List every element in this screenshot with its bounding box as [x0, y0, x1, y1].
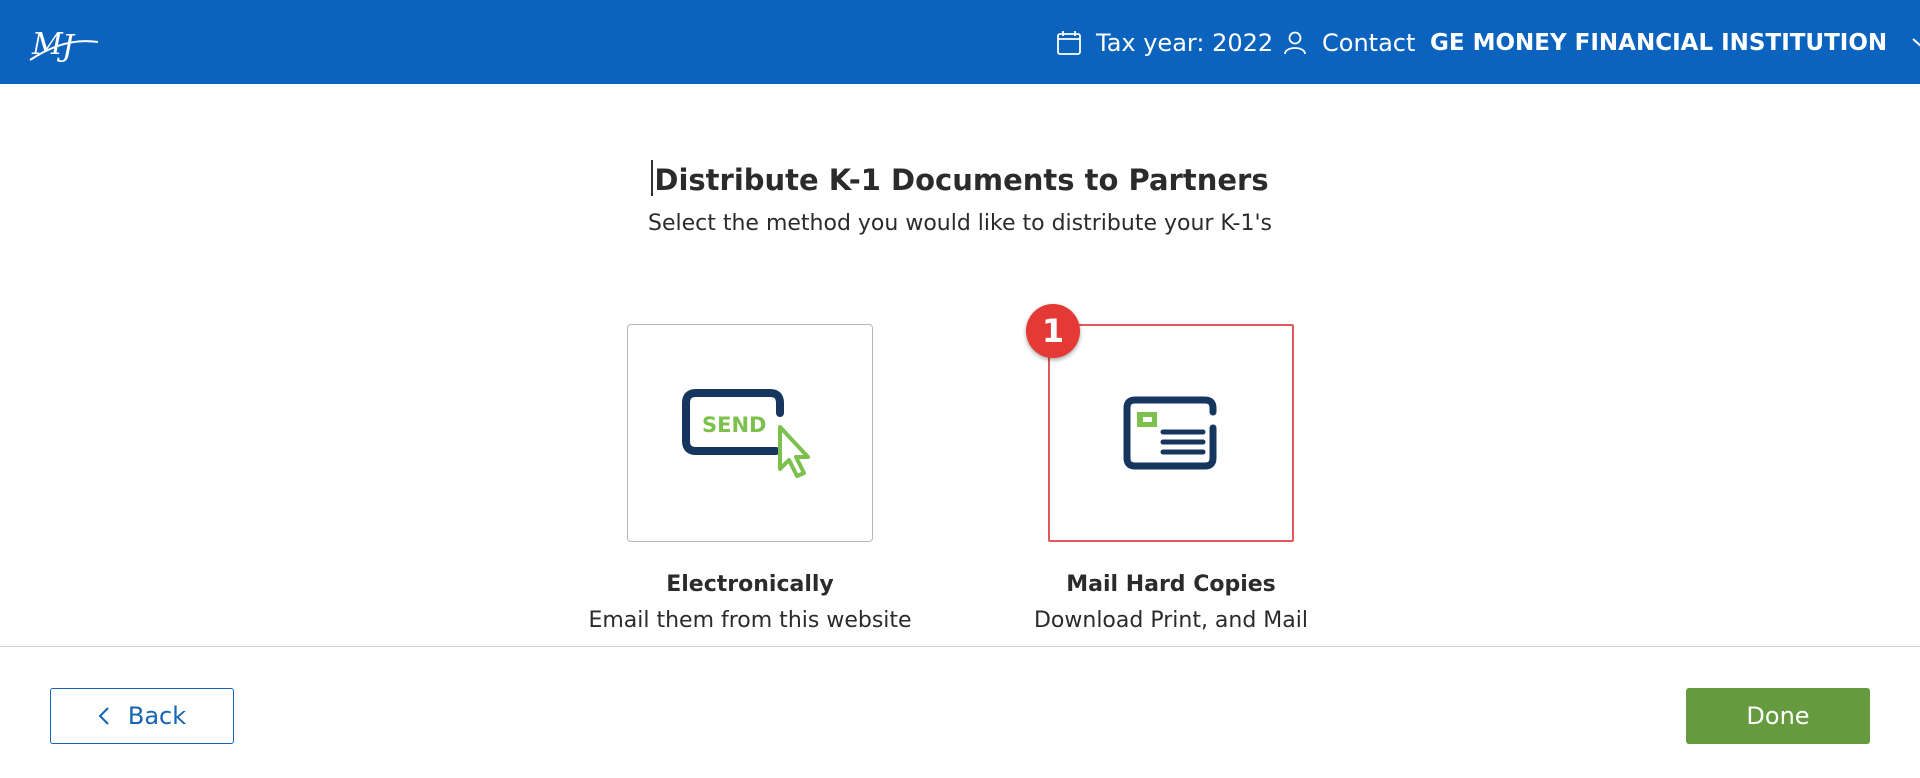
user-icon [1284, 31, 1306, 55]
tax-year-label: Tax year: 2022 [1096, 29, 1274, 57]
mail-option-description: Download Print, and Mail [1033, 608, 1308, 633]
organization-dropdown[interactable]: GE MONEY FINANCIAL INSTITUTION [1430, 26, 1920, 60]
electronic-option-card[interactable]: SEND [627, 324, 873, 542]
top-header-bar: M J Tax year: 2022 Contact GE MONEY FINA… [0, 0, 1920, 84]
contact-label: Contact [1322, 29, 1416, 57]
done-button[interactable]: Done [1686, 688, 1870, 744]
mail-option-title: Mail Hard Copies [1066, 572, 1276, 597]
step-badge: 1 [1026, 304, 1080, 358]
electronic-option-description: Email them from this website [588, 608, 912, 633]
chevron-left-icon [98, 707, 109, 725]
page-title-text: Distribute K-1 Documents to Partners [654, 163, 1269, 197]
chevron-down-icon [1912, 38, 1920, 47]
mail-option-card[interactable] [1048, 324, 1294, 542]
footer-divider [0, 646, 1920, 647]
page-subtitle: Select the method you would like to dist… [648, 211, 1272, 236]
organization-name: GE MONEY FINANCIAL INSTITUTION [1430, 30, 1888, 56]
back-button[interactable]: Back [50, 688, 234, 744]
electronic-option-title: Electronically [666, 572, 834, 597]
done-button-label: Done [1746, 702, 1810, 730]
back-button-label: Back [127, 702, 187, 730]
send-text: SEND [702, 413, 766, 437]
calendar-icon [1057, 31, 1081, 55]
mail-card-icon [1123, 396, 1217, 470]
mj-logo-icon[interactable]: M J [28, 20, 100, 64]
contact-link[interactable]: Contact [1282, 26, 1415, 60]
page-title: Distribute K-1 Documents to Partners [0, 160, 1920, 197]
send-click-icon: SEND [682, 389, 810, 478]
tax-year-selector[interactable]: Tax year: 2022 [1056, 26, 1273, 60]
